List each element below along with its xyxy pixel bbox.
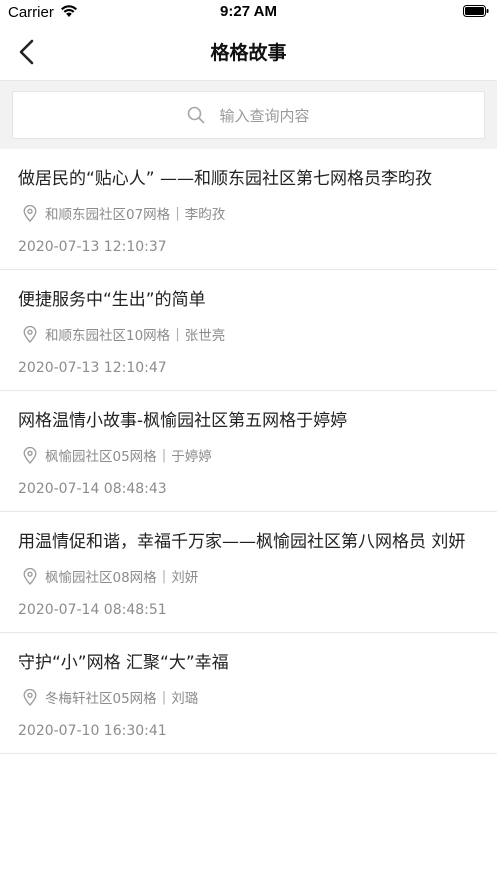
navigation-bar: 格格故事 xyxy=(0,24,497,81)
story-list: 做居民的“贴心人” ——和顺东园社区第七网格员李昀孜 和顺东园社区07网格 | … xyxy=(0,149,497,754)
author-name: 张世亮 xyxy=(184,328,226,344)
story-title: 网格温情小故事-枫愉园社区第五网格于婷婷 xyxy=(18,411,348,431)
story-date: 2020-07-13 12:10:47 xyxy=(18,360,167,376)
story-meta: 和顺东园社区10网格 | 张世亮 xyxy=(18,322,479,346)
meta-separator: | xyxy=(175,205,180,221)
story-title: 用温情促和谐，幸福千万家——枫愉园社区第八网格员 刘妍 xyxy=(18,532,466,552)
location-pin-icon xyxy=(23,446,37,464)
grid-name: 枫愉园社区08网格 xyxy=(45,570,157,586)
location-pin-icon xyxy=(23,325,37,343)
grid-name: 和顺东园社区07网格 xyxy=(45,207,171,223)
grid-name: 枫愉园社区05网格 xyxy=(45,449,157,465)
story-date: 2020-07-14 08:48:43 xyxy=(18,481,167,497)
list-item[interactable]: 守护“小”网格 汇聚“大”幸福 冬梅轩社区05网格 | 刘璐 2020-07-1… xyxy=(0,633,497,754)
author-name: 刘妍 xyxy=(171,570,199,586)
list-item[interactable]: 网格温情小故事-枫愉园社区第五网格于婷婷 枫愉园社区05网格 | 于婷婷 202… xyxy=(0,391,497,512)
story-date: 2020-07-10 16:30:41 xyxy=(18,723,167,739)
story-title: 守护“小”网格 汇聚“大”幸福 xyxy=(18,653,229,673)
list-item[interactable]: 便捷服务中“生出”的简单 和顺东园社区10网格 | 张世亮 2020-07-13… xyxy=(0,270,497,391)
location-pin-icon xyxy=(23,567,37,585)
author-name: 于婷婷 xyxy=(171,449,212,465)
story-title: 做居民的“贴心人” ——和顺东园社区第七网格员李昀孜 xyxy=(18,169,433,189)
location-pin-icon xyxy=(23,204,37,222)
search-icon xyxy=(188,106,205,124)
list-item[interactable]: 做居民的“贴心人” ——和顺东园社区第七网格员李昀孜 和顺东园社区07网格 | … xyxy=(0,149,497,270)
battery-icon xyxy=(463,5,489,17)
location-pin-icon xyxy=(23,688,37,706)
story-meta: 枫愉园社区08网格 | 刘妍 xyxy=(18,564,479,588)
meta-separator: | xyxy=(175,326,180,342)
status-bar: Carrier 9:27 AM xyxy=(0,0,497,24)
grid-name: 冬梅轩社区05网格 xyxy=(45,691,157,707)
author-name: 李昀孜 xyxy=(184,207,226,223)
grid-name: 和顺东园社区10网格 xyxy=(45,328,171,344)
story-date: 2020-07-13 12:10:37 xyxy=(18,239,167,255)
status-time: 9:27 AM xyxy=(220,3,277,20)
story-meta: 冬梅轩社区05网格 | 刘璐 xyxy=(18,685,479,709)
author-name: 刘璐 xyxy=(171,691,199,707)
meta-separator: | xyxy=(161,689,167,705)
page-title: 格格故事 xyxy=(210,42,287,64)
story-date: 2020-07-14 08:48:51 xyxy=(18,602,167,618)
meta-separator: | xyxy=(161,568,167,584)
search-placeholder: 输入查询内容 xyxy=(219,106,310,125)
search-section: 输入查询内容 xyxy=(0,81,497,149)
story-title: 便捷服务中“生出”的简单 xyxy=(18,290,206,310)
story-meta: 和顺东园社区07网格 | 李昀孜 xyxy=(18,201,479,225)
meta-separator: | xyxy=(161,447,167,463)
list-item[interactable]: 用温情促和谐，幸福千万家——枫愉园社区第八网格员 刘妍 枫愉园社区08网格 | … xyxy=(0,512,497,633)
story-meta: 枫愉园社区05网格 | 于婷婷 xyxy=(18,443,479,467)
search-input[interactable]: 输入查询内容 xyxy=(12,91,485,139)
